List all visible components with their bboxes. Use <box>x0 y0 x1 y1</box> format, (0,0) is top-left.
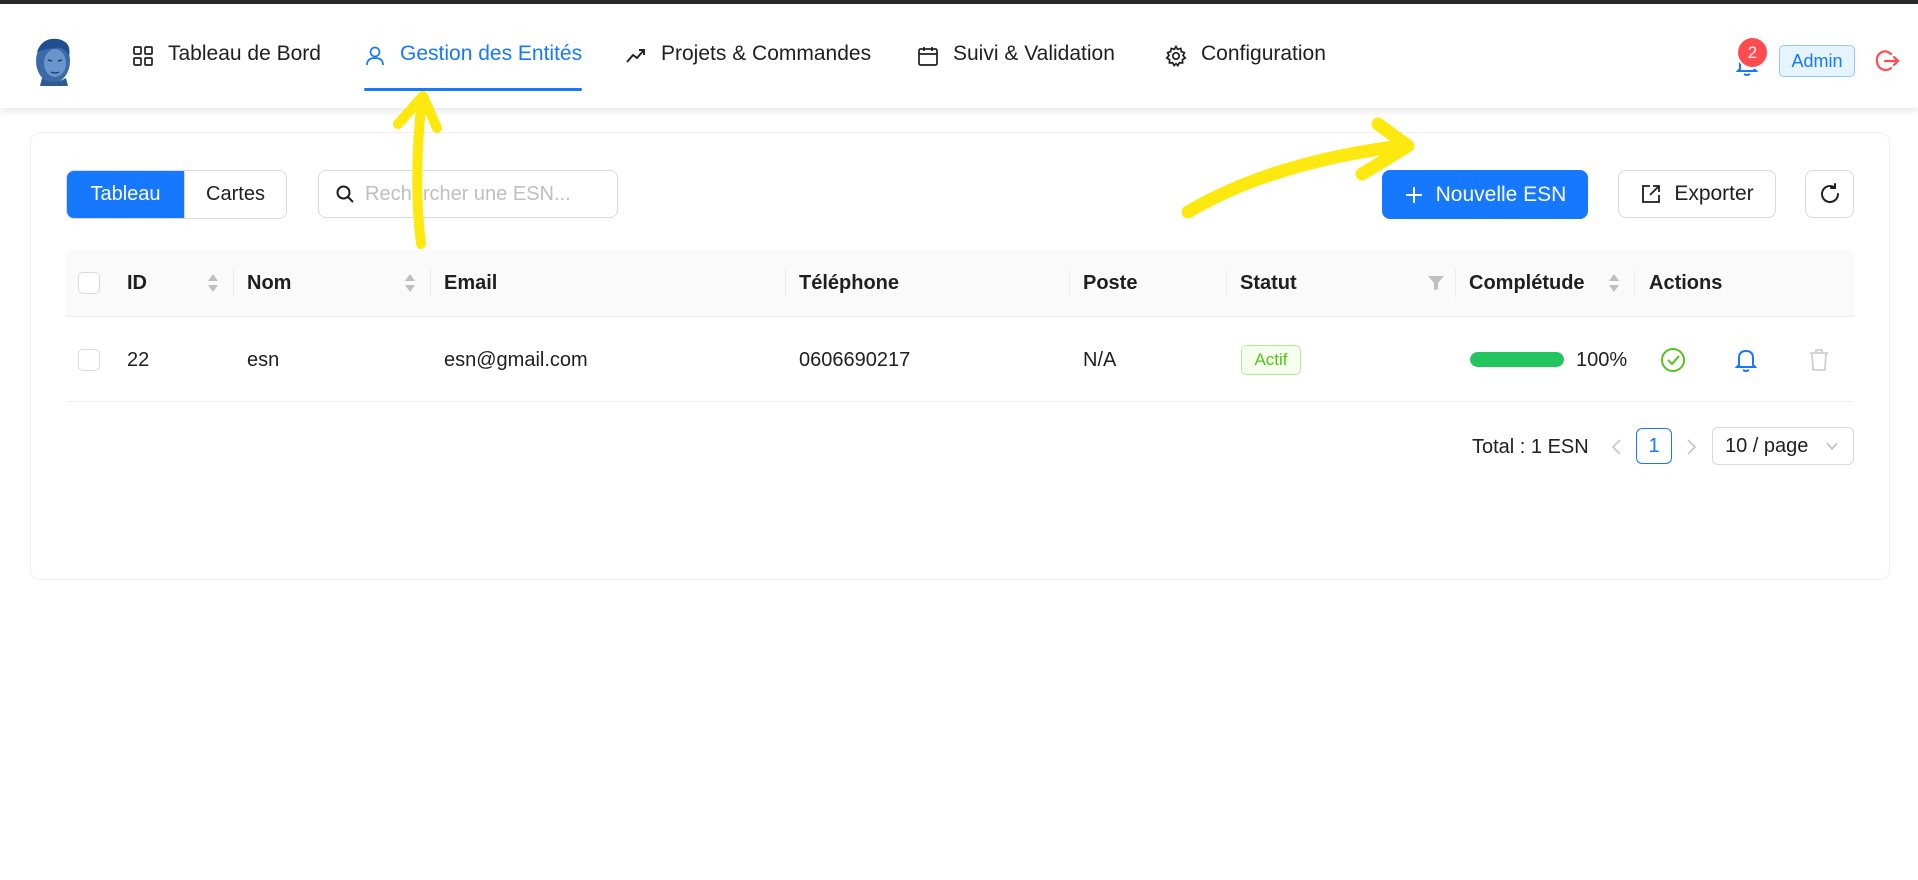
column-divider <box>1455 269 1456 297</box>
new-esn-button[interactable]: Nouvelle ESN <box>1382 170 1588 219</box>
column-divider <box>1634 269 1635 297</box>
sort-icon[interactable] <box>206 271 220 295</box>
sort-icon[interactable] <box>1607 271 1621 295</box>
nav-label: Suivi & Validation <box>953 42 1115 65</box>
column-header-nom: Nom <box>247 271 292 294</box>
column-divider <box>785 269 786 297</box>
user-icon <box>366 46 384 66</box>
prev-page-icon[interactable] <box>1608 436 1626 458</box>
nav-label: Projets & Commandes <box>661 42 872 65</box>
refresh-icon <box>1820 183 1839 203</box>
plus-icon <box>1405 186 1422 203</box>
notification-count-badge: 2 <box>1738 38 1767 67</box>
logout-icon[interactable] <box>1874 48 1900 74</box>
sort-icon[interactable] <box>403 271 417 295</box>
user-role-tag: Admin <box>1779 45 1855 77</box>
notify-bell-icon[interactable] <box>1733 347 1759 373</box>
filter-icon[interactable] <box>1427 275 1445 291</box>
view-cards-option[interactable]: Cartes <box>184 171 286 218</box>
active-tab-underline <box>364 88 583 91</box>
column-header-statut: Statut <box>1240 271 1297 294</box>
column-header-id: ID <box>127 271 147 294</box>
nav-label: Tableau de Bord <box>168 42 321 65</box>
search-box <box>318 170 618 218</box>
column-header-poste: Poste <box>1083 271 1138 294</box>
new-esn-label: Nouvelle ESN <box>1435 182 1567 206</box>
nav-suivi-validation[interactable]: Suivi & Validation <box>917 42 1115 84</box>
app-header: Tableau de Bord Gestion des Entités Proj… <box>0 4 1918 108</box>
search-input[interactable] <box>365 182 605 206</box>
view-toggle: Tableau Cartes <box>66 170 287 219</box>
chevron-down-icon <box>1826 442 1839 451</box>
column-header-email: Email <box>444 271 498 294</box>
column-header-completude: Complétude <box>1469 271 1585 294</box>
cell-completude: 100% <box>1576 348 1628 371</box>
validate-check-icon[interactable] <box>1660 347 1686 373</box>
cell-telephone: 0606690217 <box>799 348 911 371</box>
completude-progress-bar <box>1470 352 1564 367</box>
table-row: 22 esn esn@gmail.com 0606690217 N/A Acti… <box>66 318 1854 402</box>
nav-label: Gestion des Entités <box>400 42 583 65</box>
logo-avatar <box>36 38 70 86</box>
row-checkbox[interactable] <box>78 349 100 371</box>
page-number-button[interactable]: 1 <box>1636 428 1672 464</box>
column-divider <box>1069 269 1070 297</box>
export-label: Exporter <box>1674 182 1754 205</box>
cell-email: esn@gmail.com <box>444 348 588 371</box>
nav-label: Configuration <box>1201 42 1326 65</box>
column-header-telephone: Téléphone <box>799 271 900 294</box>
column-divider <box>233 269 234 297</box>
progress-fill <box>1470 352 1564 367</box>
cell-poste: N/A <box>1083 348 1117 371</box>
page-size-value: 10 / page <box>1725 434 1809 457</box>
nav-configuration[interactable]: Configuration <box>1165 42 1326 84</box>
nav-projets-commandes[interactable]: Projets & Commandes <box>625 42 871 84</box>
cell-nom: esn <box>247 348 280 371</box>
nav-tableau-de-bord[interactable]: Tableau de Bord <box>132 42 321 84</box>
export-button[interactable]: Exporter <box>1618 170 1776 218</box>
nav-gestion-des-entites[interactable]: Gestion des Entités <box>364 42 583 91</box>
search-icon <box>336 185 354 203</box>
trend-icon <box>626 49 645 63</box>
gear-icon <box>1165 45 1187 67</box>
status-badge: Actif <box>1241 345 1301 375</box>
refresh-button[interactable] <box>1805 170 1854 218</box>
export-icon <box>1642 185 1661 203</box>
grid-icon <box>133 46 153 66</box>
table-header: ID Nom Email Téléphone Poste Statut Comp… <box>66 249 1854 317</box>
cell-id: 22 <box>127 348 150 371</box>
column-divider <box>1226 269 1227 297</box>
pagination-total: Total : 1 ESN <box>1472 435 1589 458</box>
next-page-icon[interactable] <box>1682 436 1700 458</box>
column-divider <box>430 269 431 297</box>
calendar-icon <box>918 47 938 66</box>
view-table-option[interactable]: Tableau <box>67 171 184 218</box>
page-size-select[interactable]: 10 / page <box>1712 427 1854 465</box>
select-all-checkbox[interactable] <box>78 272 100 294</box>
column-header-actions: Actions <box>1649 271 1723 294</box>
delete-trash-icon[interactable] <box>1806 347 1832 373</box>
